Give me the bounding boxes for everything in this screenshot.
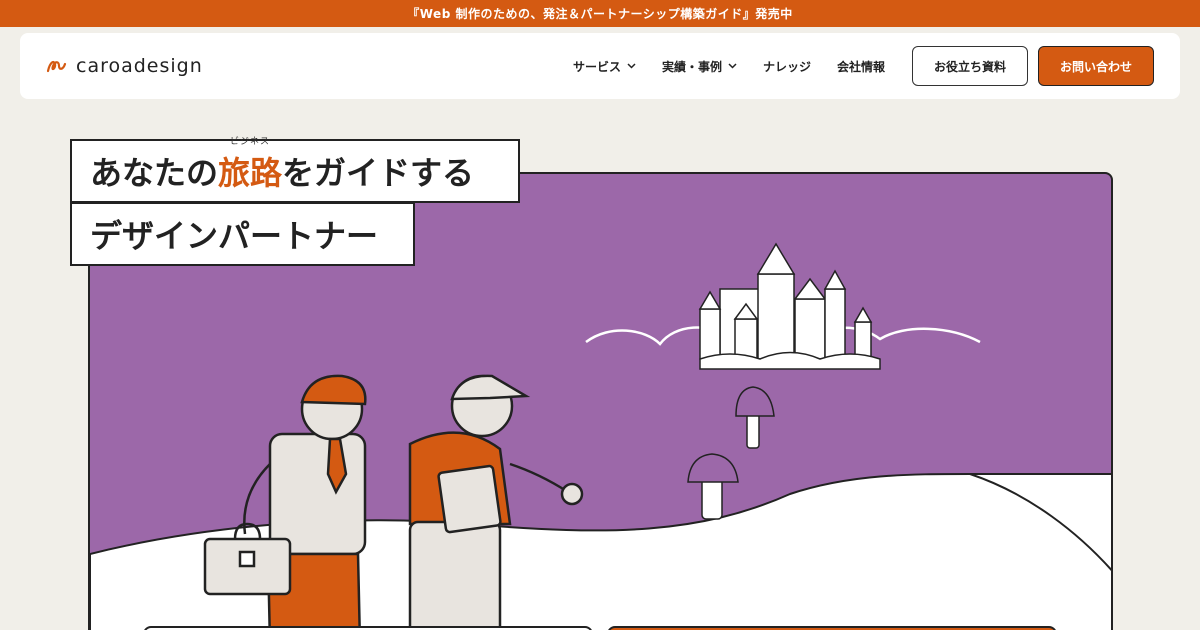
main-nav: サービス 実績・事例 ナレッジ 会社情報 [573,55,885,77]
contact-button[interactable]: お問い合わせ [1038,46,1154,86]
person-left-illustration [203,374,367,630]
nav-item-knowledge[interactable]: ナレッジ [763,58,811,75]
headline-ruby-text: ビジネス [230,137,271,147]
chevron-down-icon [627,63,636,69]
hero-headline-line2: デザインパートナー [70,202,415,266]
announcement-text[interactable]: 『Web 制作のための、発注＆パートナーシップ構築ガイド』発売中 [407,5,792,22]
bottom-card-right[interactable] [607,626,1057,630]
nav-item-label: サービス [573,59,622,74]
announcement-bar[interactable]: 『Web 制作のための、発注＆パートナーシップ構築ガイド』発売中 [0,0,1200,27]
castle-icon [698,242,881,370]
bottom-card-left[interactable] [143,626,593,630]
hero-headline-line1: あなたの ビジネス 旅路 をガイドする [70,137,520,203]
headline-line2-text: デザインパートナー [90,217,379,255]
headline-text-after: をガイドする [282,154,475,192]
logo-mark-icon [46,60,67,73]
resources-button[interactable]: お役立ち資料 [912,46,1028,86]
headline-accent-text: ビジネス 旅路 [218,137,283,194]
nav-item-works[interactable]: 実績・事例 [662,58,737,75]
logo-text: caroadesign [76,55,203,77]
nav-item-label: ナレッジ [763,59,812,74]
site-header: caroadesign サービス 実績・事例 ナレッジ 会社情報 お役立ち資料 … [20,33,1180,99]
nav-item-service[interactable]: サービス [573,58,636,75]
nav-item-label: 会社情報 [837,59,886,74]
site-logo[interactable]: caroadesign [46,53,203,79]
nav-item-company[interactable]: 会社情報 [837,58,885,75]
mushroom-icon [687,386,775,520]
headline-accent-word: 旅路 [218,154,283,192]
headline-text-before: あなたの [90,154,219,192]
nav-item-label: 実績・事例 [662,59,723,74]
chevron-down-icon [728,63,737,69]
